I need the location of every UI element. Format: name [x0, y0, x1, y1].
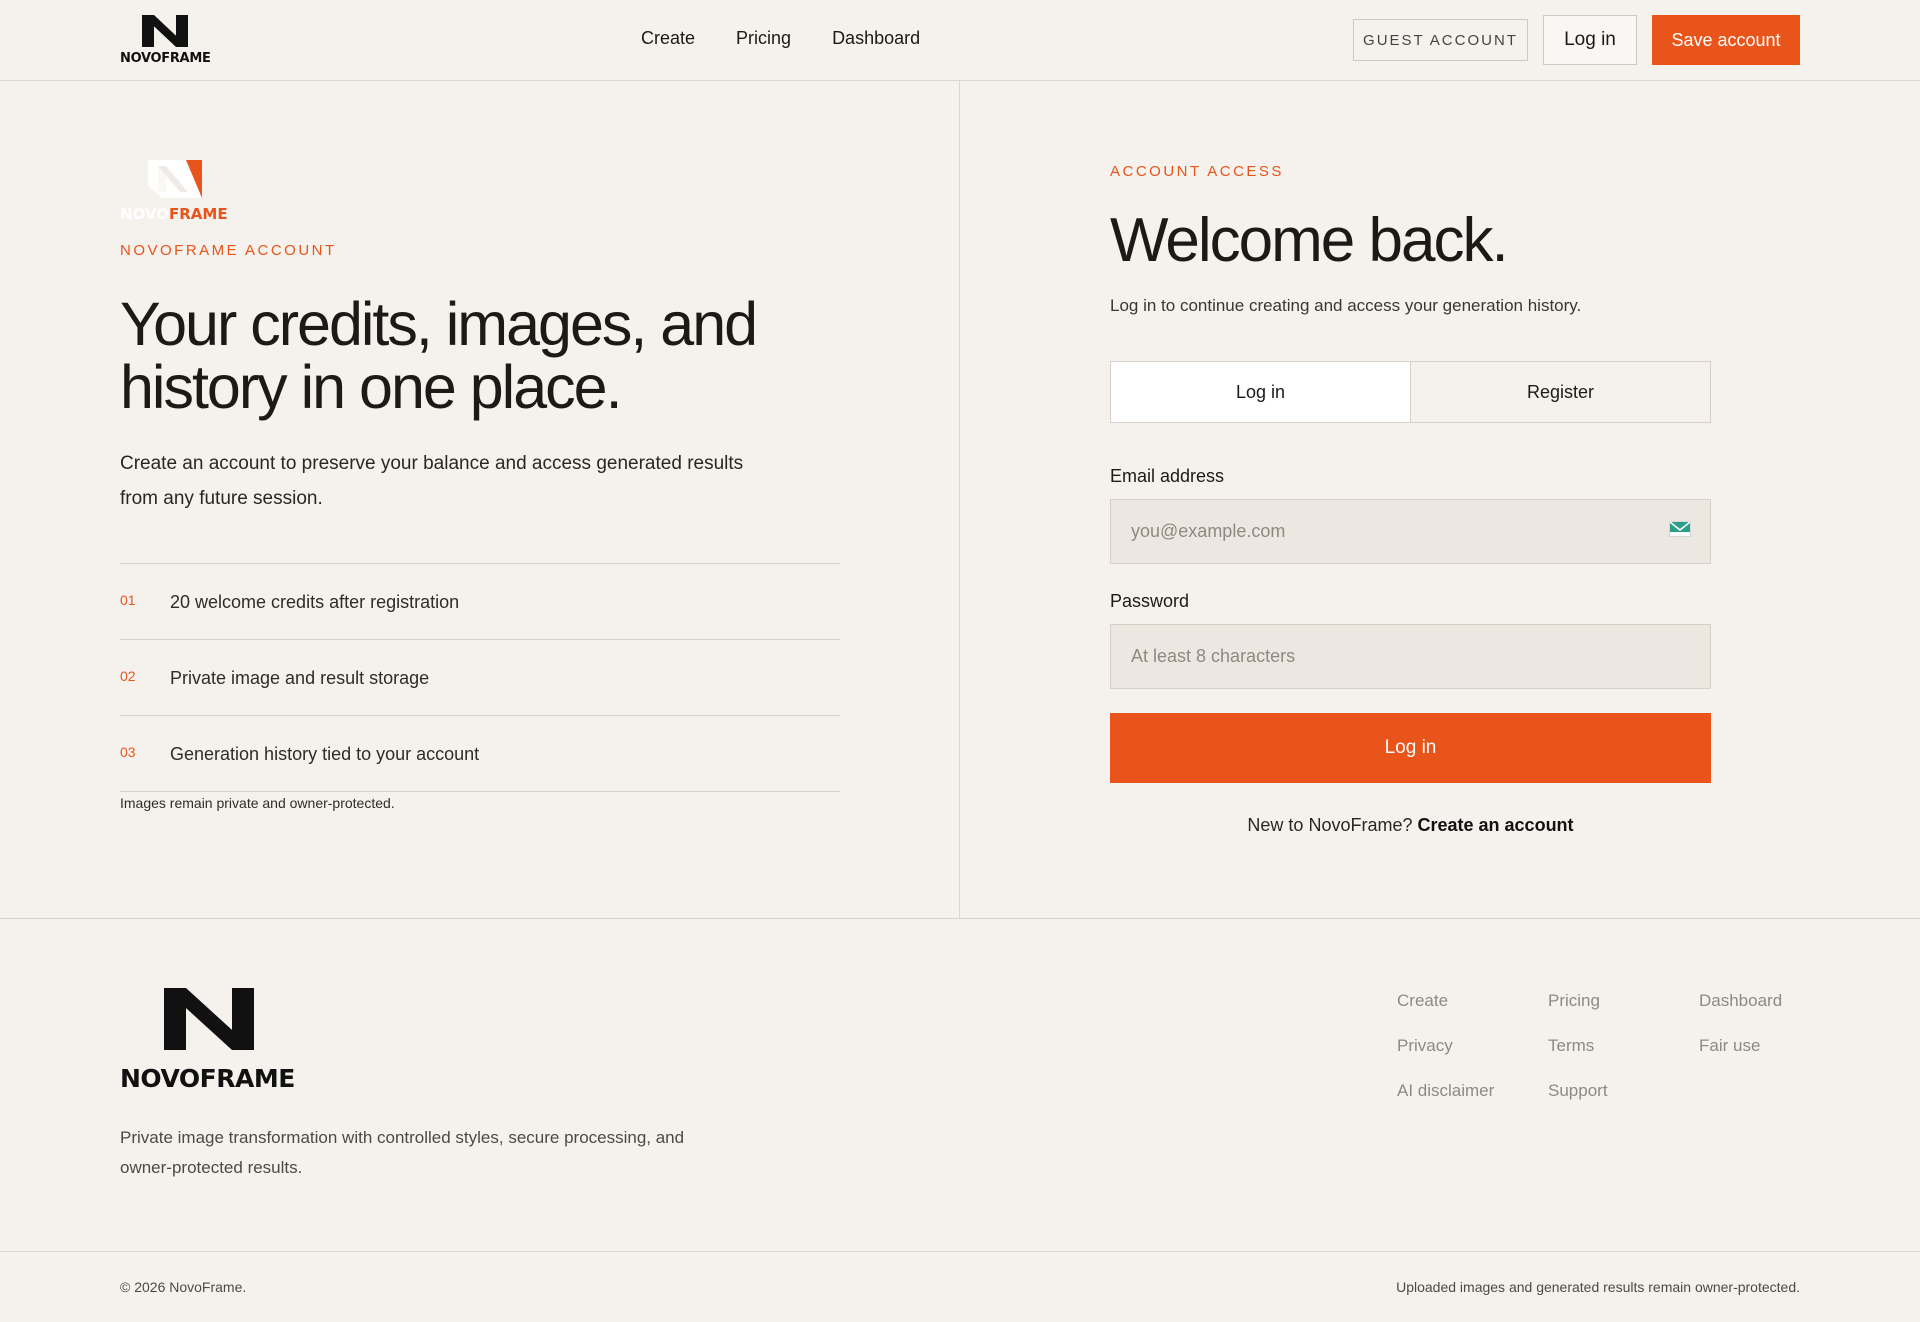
tab-register[interactable]: Register: [1411, 362, 1710, 422]
feature-list: 01 20 welcome credits after registration…: [120, 563, 840, 792]
feature-number: 03: [120, 744, 136, 760]
hero-subtitle: Create an account to preserve your balan…: [120, 453, 744, 509]
footer-link-ai-disclaimer[interactable]: AI disclaimer: [1397, 1078, 1548, 1103]
novoframe-n-logo-icon: [164, 988, 254, 1050]
header-logo[interactable]: NOVOFRAME: [120, 15, 211, 66]
feature-item: 03 Generation history tied to your accou…: [120, 715, 840, 791]
header-login-button[interactable]: Log in: [1543, 15, 1637, 65]
mail-icon: [1669, 521, 1691, 537]
feature-item: 01 20 welcome credits after registration: [120, 563, 840, 639]
footer-logo-text: NOVOFRAME: [120, 1064, 295, 1093]
footer-link-support[interactable]: Support: [1548, 1078, 1699, 1103]
right-eyebrow: ACCOUNT ACCESS: [1110, 163, 1284, 180]
feature-number: 01: [120, 592, 136, 608]
tab-login[interactable]: Log in: [1111, 362, 1411, 422]
email-label: Email address: [1110, 466, 1225, 486]
feature-text: Private image and result storage: [170, 668, 430, 688]
auth-tabs: Log in Register: [1110, 361, 1711, 423]
nav-create[interactable]: Create: [641, 28, 695, 49]
footer-link-privacy[interactable]: Privacy: [1397, 1033, 1548, 1058]
column-divider: [959, 81, 960, 919]
footer-link-pricing[interactable]: Pricing: [1548, 988, 1699, 1013]
copyright-text: © 2026 NovoFrame.: [120, 1279, 247, 1295]
header-logo-text: NOVOFRAME: [120, 51, 211, 66]
novoframe-n-logo-icon: [142, 15, 188, 47]
save-account-button[interactable]: Save account: [1652, 15, 1800, 65]
footer-link-dashboard[interactable]: Dashboard: [1699, 988, 1817, 1013]
main-nav: Create Pricing Dashboard: [641, 28, 920, 49]
footer-description: Private image transformation with contro…: [120, 1128, 685, 1177]
feature-list-end: [120, 791, 840, 792]
footer-links: Create Pricing Dashboard Privacy Terms F…: [1397, 988, 1817, 1103]
privacy-note: Images remain private and owner-protecte…: [120, 795, 395, 811]
welcome-subtitle: Log in to continue creating and access y…: [1110, 296, 1582, 315]
feature-text: 20 welcome credits after registration: [170, 592, 460, 612]
site-header: NOVOFRAME Create Pricing Dashboard GUEST…: [0, 0, 1920, 81]
footer-link-create[interactable]: Create: [1397, 988, 1548, 1013]
email-field[interactable]: [1110, 499, 1711, 564]
legal-text: Uploaded images and generated results re…: [1396, 1279, 1800, 1295]
nav-dashboard[interactable]: Dashboard: [832, 28, 920, 49]
left-eyebrow: NOVOFRAME ACCOUNT: [120, 242, 337, 259]
password-field[interactable]: [1110, 624, 1711, 689]
feature-item: 02 Private image and result storage: [120, 639, 840, 715]
hero-title: Your credits, images, and history in one…: [120, 290, 758, 421]
nav-pricing[interactable]: Pricing: [736, 28, 791, 49]
register-prompt: New to NovoFrame? Create an account: [1110, 815, 1711, 836]
novoframe-mark-icon: [148, 160, 202, 198]
create-account-link[interactable]: Create an account: [1418, 815, 1574, 835]
footer-logo[interactable]: NOVOFRAME: [120, 988, 300, 1093]
login-submit-button[interactable]: Log in: [1110, 713, 1711, 783]
footer-divider: [0, 918, 1920, 919]
register-prompt-text: New to NovoFrame?: [1247, 815, 1413, 835]
password-label: Password: [1110, 591, 1190, 611]
footer-link-terms[interactable]: Terms: [1548, 1033, 1699, 1058]
guest-account-button[interactable]: GUEST ACCOUNT: [1353, 19, 1528, 61]
footer-link-fair-use[interactable]: Fair use: [1699, 1033, 1817, 1058]
feature-number: 02: [120, 668, 136, 684]
welcome-title: Welcome back.: [1110, 206, 1509, 275]
feature-text: Generation history tied to your account: [170, 744, 480, 764]
brand-mark: NOVOFRAME: [120, 160, 240, 226]
brand-mark-text: NOVOFRAME: [120, 205, 228, 223]
footer-bottom-divider: [0, 1251, 1920, 1252]
